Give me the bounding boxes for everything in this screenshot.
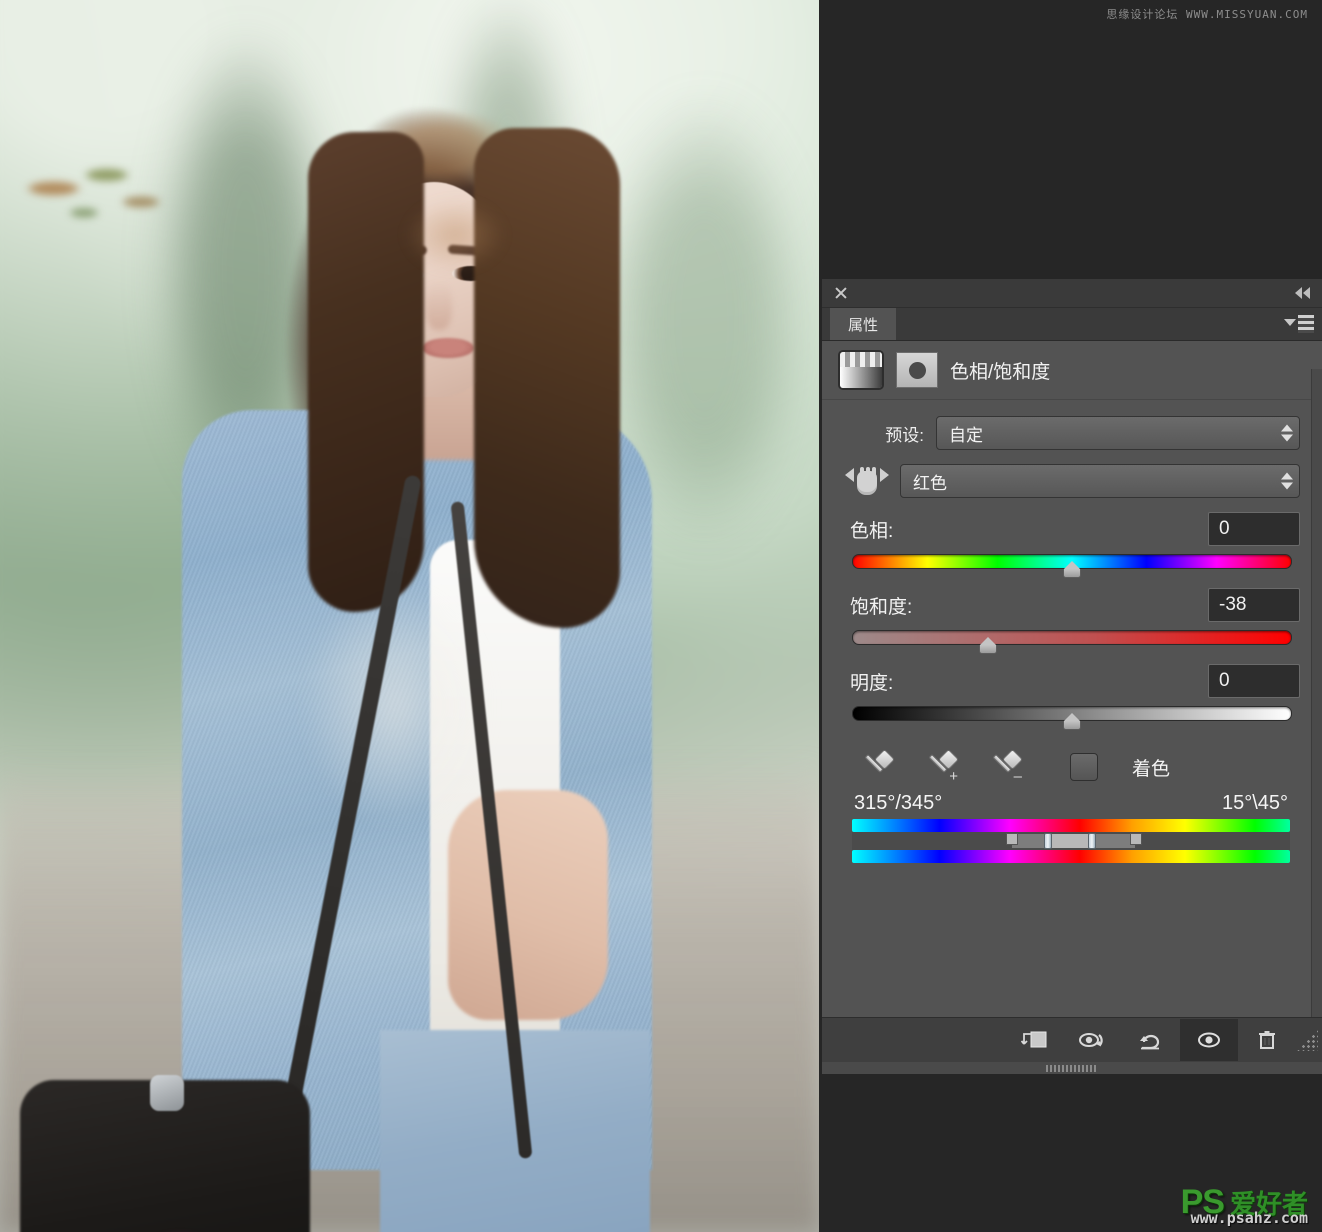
saturation-label: 饱和度: (850, 596, 913, 618)
channel-value: 红色 (913, 473, 947, 493)
clip-to-layer-button[interactable] (1006, 1019, 1064, 1061)
eye-icon (1198, 1032, 1220, 1048)
preset-value: 自定 (949, 425, 983, 445)
clip-to-layer-icon (1021, 1031, 1047, 1048)
watermark-top: 思缘设计论坛 WWW.MISSYUAN.COM (1106, 8, 1308, 21)
hue-range-bar-bottom (852, 850, 1290, 863)
panel-drag-handle[interactable] (822, 1062, 1322, 1074)
watermark-url: www.psahz.com (1190, 1209, 1308, 1227)
properties-panel: 属性 色相/饱和度 预设: 自定 红色 色相: 0 饱和度: -38 明度: 0… (822, 279, 1322, 1074)
hue-range-block: 315°/345° 15°\45° (852, 792, 1290, 863)
adjustment-thumbnail-icon[interactable] (838, 350, 884, 390)
saturation-slider[interactable] (852, 628, 1292, 654)
preset-label: 预设: (885, 425, 924, 445)
preset-row: 预设: 自定 (844, 416, 1300, 450)
saturation-track[interactable] (852, 630, 1292, 645)
lightness-slider-block: 明度: 0 (844, 664, 1300, 730)
colorize-checkbox[interactable] (1070, 753, 1098, 781)
eyedropper-subtract-icon[interactable]: – (986, 748, 1024, 785)
tab-properties[interactable]: 属性 (830, 308, 897, 340)
hue-range-inner-right-handle[interactable] (1087, 833, 1096, 849)
saturation-slider-block: 饱和度: -38 (844, 588, 1300, 654)
eyedropper-tools-row: + – 着色 (858, 748, 1300, 785)
toggle-visibility-button[interactable] (1180, 1019, 1238, 1061)
saturation-thumb[interactable] (975, 637, 1001, 654)
hue-range-core (1046, 834, 1091, 848)
eyedropper-icon[interactable] (858, 748, 896, 784)
double-chevron-left-icon[interactable] (1290, 286, 1312, 300)
hue-range-outer-left-handle[interactable] (1006, 833, 1019, 845)
hue-range-right-degrees: 15°\45° (1221, 792, 1288, 814)
reset-button[interactable] (1122, 1019, 1180, 1061)
layer-mask-thumbnail-icon[interactable] (896, 352, 938, 388)
hue-range-outer-right-handle[interactable] (1130, 833, 1143, 845)
hue-input[interactable]: 0 (1208, 512, 1300, 546)
eyedropper-add-icon[interactable]: + (922, 748, 960, 785)
hue-range-inner-left-handle[interactable] (1043, 833, 1052, 849)
panel-scrollbar[interactable] (1311, 369, 1322, 1018)
hue-range-left-degrees: 315°/345° (854, 792, 943, 814)
preset-select[interactable]: 自定 (936, 416, 1300, 450)
adjustment-title: 色相/饱和度 (950, 361, 1051, 383)
channel-select[interactable]: 红色 (900, 464, 1300, 498)
colorize-label: 着色 (1132, 758, 1171, 780)
hue-label: 色相: (850, 520, 894, 542)
toggle-previous-state-button[interactable] (1064, 1019, 1122, 1061)
lightness-input[interactable]: 0 (1208, 664, 1300, 698)
close-icon[interactable] (832, 284, 850, 302)
watermark-bottom: PS 爱好者 www.psahz.com (1181, 1185, 1308, 1226)
hue-slider-block: 色相: 0 (844, 512, 1300, 578)
minus-glyph: – (1013, 768, 1022, 785)
panel-body: 预设: 自定 红色 色相: 0 饱和度: -38 明度: 0 + – 着色 31… (822, 400, 1322, 863)
hue-range-bar-top (852, 819, 1290, 832)
chevron-updown-icon (1281, 424, 1293, 442)
reset-arrow-icon (1140, 1034, 1160, 1050)
hue-slider[interactable] (852, 552, 1292, 578)
hue-thumb[interactable] (1059, 561, 1085, 578)
eye-with-arrow-icon (1079, 1033, 1103, 1047)
plus-glyph: + (949, 768, 958, 785)
panel-tabstrip: 属性 (822, 308, 1322, 341)
resize-grip-icon[interactable] (1296, 1029, 1318, 1051)
panel-titlebar (822, 279, 1322, 308)
lightness-slider[interactable] (852, 704, 1292, 730)
trash-icon (1259, 1031, 1275, 1049)
delete-button[interactable] (1238, 1019, 1296, 1061)
panel-menu-icon[interactable] (1284, 315, 1314, 333)
photoshop-window: 思缘设计论坛 WWW.MISSYUAN.COM PS 爱好者 www.psahz.… (0, 0, 1322, 1232)
on-image-adjust-hand-icon[interactable] (844, 464, 890, 498)
lightness-label: 明度: (850, 672, 894, 694)
subject-portrait (20, 70, 690, 1232)
hue-range-control[interactable] (852, 832, 1290, 850)
chevron-updown-icon (1281, 472, 1293, 490)
lightness-thumb[interactable] (1059, 713, 1085, 730)
channel-row: 红色 (844, 464, 1300, 498)
saturation-input[interactable]: -38 (1208, 588, 1300, 622)
image-canvas[interactable] (0, 0, 819, 1232)
adjustment-header: 色相/饱和度 (822, 341, 1322, 400)
panel-footer (822, 1017, 1322, 1062)
